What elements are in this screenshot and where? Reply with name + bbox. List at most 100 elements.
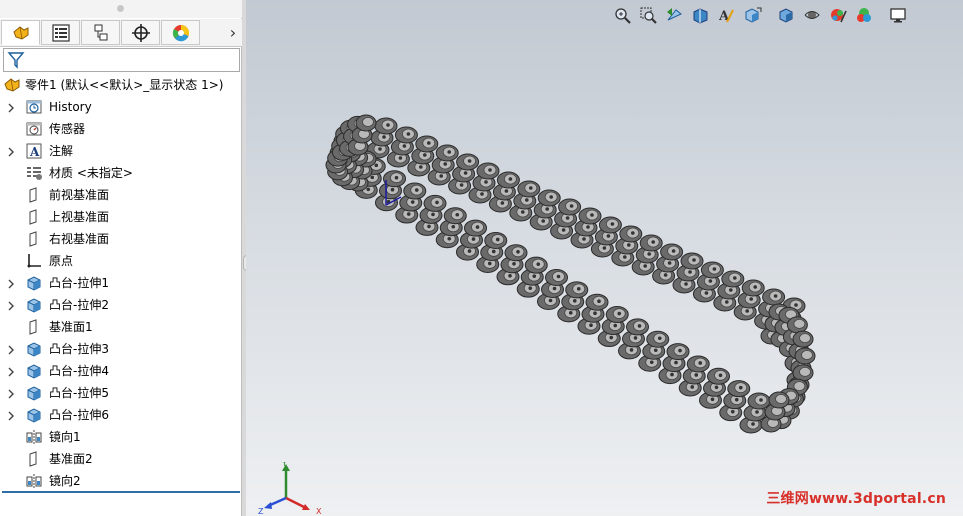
tree-item[interactable]: History [0,96,242,118]
dynamic-annotation-view-button[interactable]: A [714,4,738,26]
tab-dimxpert[interactable] [121,20,160,45]
chain-link[interactable] [443,207,467,225]
chain-link[interactable] [741,279,765,297]
chain-link[interactable] [666,343,690,361]
tree-item[interactable]: 传感器 [0,118,242,140]
tab-display-manager[interactable] [161,20,200,45]
expand-arrow-icon[interactable] [7,410,15,421]
chain-link[interactable] [374,117,398,135]
chain-link[interactable] [524,256,548,274]
chain-link[interactable] [403,182,427,200]
chain-link[interactable] [700,261,724,279]
hide-show-items-button[interactable] [800,4,824,26]
chain-link[interactable] [355,114,377,132]
chain-link[interactable] [394,126,418,144]
chain-link[interactable] [598,216,622,234]
chain-link[interactable] [626,318,649,336]
chain-link[interactable] [565,281,589,299]
tree-root-part[interactable]: 零件1 (默认<<默认>_显示状态 1>) [0,74,242,96]
chain-link[interactable] [558,198,582,216]
tree-item[interactable]: 基准面1 [0,316,242,338]
tree-item[interactable]: A 注解 [0,140,242,162]
chain-link[interactable] [484,231,508,249]
tree-item[interactable]: 基准面2 [0,448,242,470]
chain-link[interactable] [496,171,520,189]
chain-link[interactable] [646,330,670,348]
view-orientation-button[interactable] [740,4,764,26]
chain-link[interactable] [660,243,684,261]
chain-link[interactable] [639,234,663,252]
chain-link[interactable] [476,162,500,180]
graphics-area[interactable]: A Y X Z 三维网www.3dportal.cn [246,0,963,516]
chain-link[interactable] [768,391,790,409]
tree-item[interactable]: 凸台-拉伸3 [0,338,242,360]
view-settings-button[interactable] [886,4,910,26]
chain-link[interactable] [545,269,568,286]
chain-link[interactable] [383,170,406,188]
expand-arrow-icon[interactable] [7,102,15,113]
chain-link[interactable] [680,252,704,270]
tab-property-manager[interactable] [41,20,80,45]
chain-link[interactable] [794,347,816,365]
chain-link[interactable] [792,364,814,382]
tree-item[interactable]: 右视基准面 [0,228,242,250]
chain-model[interactable] [246,0,963,516]
tree-item[interactable]: 凸台-拉伸6 [0,404,242,426]
chain-link[interactable] [727,380,751,398]
expand-arrow-icon[interactable] [7,344,15,355]
tree-item[interactable]: 凸台-拉伸4 [0,360,242,382]
tree-item[interactable]: 前视基准面 [0,184,242,206]
chain-link[interactable] [585,293,609,311]
tree-item[interactable]: 凸台-拉伸1 [0,272,242,294]
panel-grip[interactable] [0,0,242,18]
tab-configuration-manager[interactable] [81,20,120,45]
display-style-button[interactable] [774,4,798,26]
plane-icon [25,230,43,248]
zoom-to-area-icon [640,7,657,24]
expand-arrow-icon[interactable] [7,388,15,399]
chain-link[interactable] [762,288,786,306]
previous-view-button[interactable] [662,4,686,26]
apply-scene-button[interactable] [852,4,876,26]
more-tabs-button[interactable]: › [226,23,240,43]
chain-link[interactable] [786,316,808,334]
chain-link[interactable] [721,270,745,288]
mirror-icon [25,428,43,446]
zoom-to-fit-button[interactable] [610,4,634,26]
tree-item-label: 镜向2 [49,474,81,488]
chain-link[interactable] [605,306,629,324]
tree-item[interactable]: 凸台-拉伸2 [0,294,242,316]
tree-item[interactable]: 镜向1 [0,426,242,448]
chain-link[interactable] [792,330,814,348]
edit-appearance-button[interactable] [826,4,850,26]
tab-feature-manager[interactable] [1,20,40,45]
zoom-to-area-button[interactable] [636,4,660,26]
chain-link[interactable] [435,144,459,162]
tree-item[interactable]: 材质 <未指定> [0,162,242,184]
rollback-bar[interactable] [2,491,240,493]
chain-link[interactable] [707,367,730,385]
expand-arrow-icon[interactable] [7,146,15,157]
tree-item[interactable]: 镜向2 [0,470,242,492]
tree-item[interactable]: 上视基准面 [0,206,242,228]
chain-link[interactable] [619,225,643,243]
chain-link[interactable] [423,194,447,212]
expand-arrow-icon[interactable] [7,366,15,377]
tree-item[interactable]: 凸台-拉伸5 [0,382,242,404]
previous-view-icon [666,7,682,20]
chain-link[interactable] [747,392,771,410]
expand-arrow-icon[interactable] [7,278,15,289]
chain-link[interactable] [464,219,487,237]
chain-link[interactable] [537,189,561,207]
chain-link[interactable] [578,207,602,225]
tree-filter-input[interactable] [3,48,240,72]
chain-link[interactable] [517,180,541,198]
section-view-button[interactable] [688,4,712,26]
chain-link[interactable] [686,355,710,373]
expand-arrow-icon[interactable] [7,300,15,311]
chain-link[interactable] [415,135,439,153]
tree-item-label: History [49,100,92,114]
chain-link[interactable] [504,244,528,262]
tree-item[interactable]: 原点 [0,250,242,272]
chain-link[interactable] [456,153,480,171]
